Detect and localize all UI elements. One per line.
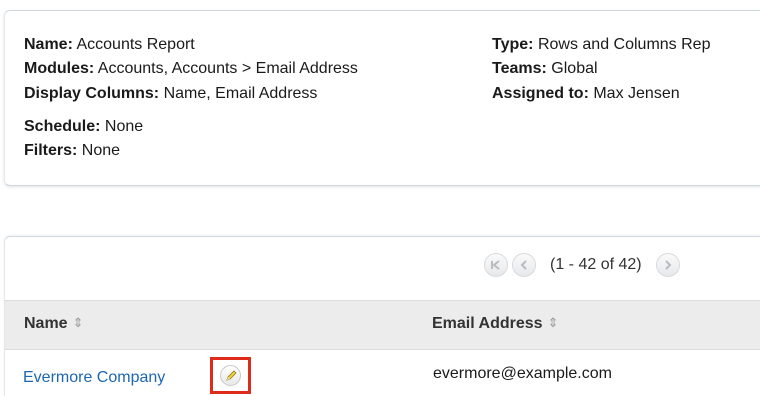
report-display-columns-label: Display Columns:	[24, 85, 160, 102]
column-header-name[interactable]: Name ⇕	[24, 315, 83, 333]
report-filters-value: None	[81, 142, 121, 159]
report-assigned-line: Assigned to: Max Jensen	[492, 84, 680, 104]
sort-icon: ⇕	[547, 315, 559, 330]
report-assigned-label: Assigned to:	[492, 85, 589, 102]
column-header-email[interactable]: Email Address ⇕	[432, 315, 558, 333]
report-schedule-line: Schedule: None	[24, 117, 143, 137]
report-schedule-label: Schedule:	[24, 118, 101, 135]
report-type-value: Rows and Columns Rep	[537, 36, 711, 53]
edit-highlight-box	[210, 357, 251, 394]
report-modules-value: Accounts, Accounts > Email Address	[97, 60, 358, 77]
first-page-button[interactable]	[484, 253, 508, 277]
report-assigned-value: Max Jensen	[593, 85, 680, 102]
report-filters-line: Filters: None	[24, 141, 120, 161]
pagination-count: (1 - 42 of 42)	[550, 256, 642, 273]
report-type-line: Type: Rows and Columns Rep	[492, 35, 710, 55]
pencil-icon	[225, 369, 237, 381]
report-name-value: Accounts Report	[76, 36, 195, 53]
table-header: Name ⇕ Email Address ⇕	[5, 300, 760, 350]
edit-button[interactable]	[220, 365, 241, 386]
previous-page-button[interactable]	[512, 253, 536, 277]
account-email: evermore@example.com	[433, 365, 612, 382]
report-teams-value: Global	[551, 60, 598, 77]
report-type-label: Type:	[492, 36, 534, 53]
report-display-columns-line: Display Columns: Name, Email Address	[24, 84, 317, 104]
report-name-label: Name:	[24, 36, 73, 53]
table-row: Evermore Company evermore@example.com	[5, 350, 760, 394]
next-page-icon	[664, 260, 672, 270]
report-schedule-value: None	[104, 118, 144, 135]
report-teams-label: Teams:	[492, 60, 547, 77]
first-page-icon	[491, 260, 500, 270]
sort-icon: ⇕	[72, 315, 84, 330]
column-header-email-label: Email Address	[432, 315, 543, 332]
report-modules-line: Modules: Accounts, Accounts > Email Addr…	[24, 59, 358, 79]
pagination-bar: (1 - 42 of 42)	[484, 250, 680, 280]
next-page-button[interactable]	[655, 253, 680, 277]
column-header-name-label: Name	[24, 315, 68, 332]
previous-page-icon	[520, 260, 527, 270]
report-name-line: Name: Accounts Report	[24, 35, 195, 55]
report-display-columns-value: Name, Email Address	[163, 85, 318, 102]
report-filters-label: Filters:	[24, 142, 78, 159]
account-name-link[interactable]: Evermore Company	[23, 369, 165, 387]
report-teams-line: Teams: Global	[492, 59, 598, 79]
report-modules-label: Modules:	[24, 60, 95, 77]
